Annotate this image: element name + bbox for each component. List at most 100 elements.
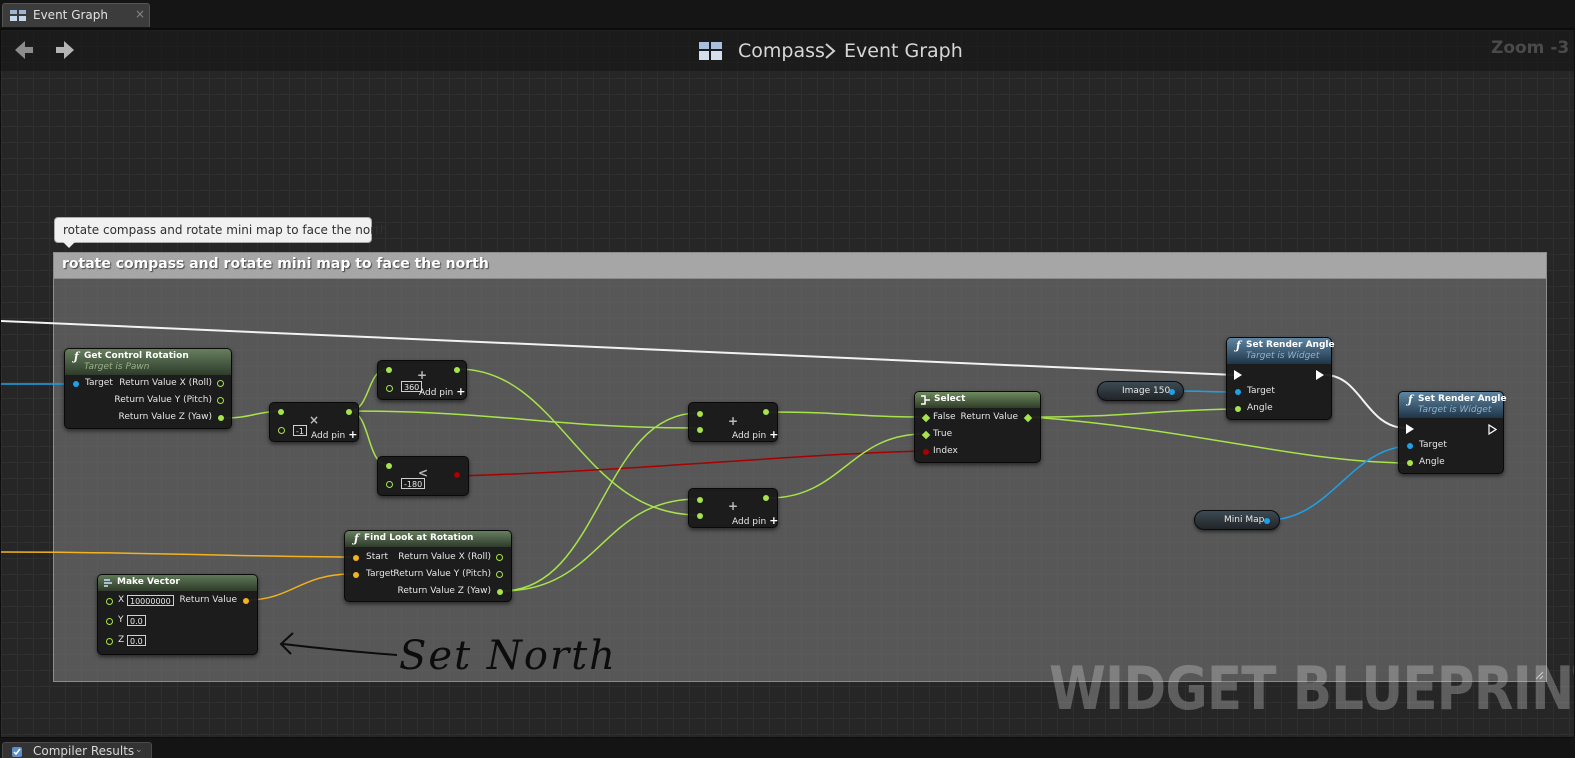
- node-header: ƒ Set Render Angle Target is Widget: [1399, 392, 1507, 418]
- node-get-control-rotation[interactable]: ƒ Get Control Rotation Target is Pawn Ta…: [64, 348, 232, 429]
- tab-close-button[interactable]: ×: [135, 7, 145, 21]
- make-vector-icon: [104, 579, 112, 587]
- var-name: Image 150: [1122, 386, 1171, 396]
- chevron-down-icon[interactable]: ⌄: [135, 745, 143, 755]
- target-pin[interactable]: [1407, 443, 1413, 449]
- pin-label: Angle: [1419, 457, 1445, 467]
- x-pin[interactable]: [106, 598, 113, 605]
- pin-label: Y: [118, 615, 124, 625]
- y-pin[interactable]: [106, 618, 113, 625]
- start-wire: [1, 551, 352, 558]
- node-set-render-angle-1[interactable]: ƒ Set Render Angle Target is Widget Targ…: [1226, 337, 1335, 420]
- node-add-360[interactable]: + 360 Add pin +: [377, 360, 467, 400]
- input-pin-a[interactable]: [386, 367, 392, 373]
- node-header: Select: [915, 392, 1040, 408]
- node-select[interactable]: Select False Return Value True Index: [914, 391, 1041, 463]
- exec-out-pin[interactable]: [1488, 424, 1497, 435]
- input-pin-b[interactable]: [697, 513, 703, 519]
- pin-label: Return Value: [960, 412, 1018, 422]
- value-field[interactable]: -180: [401, 478, 426, 489]
- resize-handle-icon[interactable]: [1534, 670, 1544, 680]
- angle-pin[interactable]: [1407, 460, 1413, 466]
- target-pin[interactable]: [353, 572, 359, 578]
- add-pin-label: Add pin: [732, 517, 767, 527]
- yaw-pin[interactable]: [497, 589, 503, 595]
- target-pin[interactable]: [1235, 389, 1241, 395]
- yaw-pin[interactable]: [218, 415, 224, 421]
- output-pin[interactable]: [454, 367, 460, 373]
- exec-wire-2: [1324, 374, 1407, 429]
- select-angle2-wire: [1031, 416, 1412, 464]
- index-pin[interactable]: [923, 449, 929, 455]
- pitch-pin[interactable]: [217, 397, 224, 404]
- pin-label: Return Value Z (Yaw): [397, 586, 492, 596]
- input-pin-a[interactable]: [386, 463, 392, 469]
- multiply-operator: ×: [309, 413, 320, 427]
- x-value-field[interactable]: 10000000: [127, 595, 174, 606]
- target-pin[interactable]: [73, 381, 79, 387]
- return-value-pin[interactable]: [1023, 413, 1033, 423]
- var-output-pin[interactable]: [1169, 389, 1175, 395]
- output-pin[interactable]: [763, 409, 769, 415]
- angle-pin[interactable]: [1235, 406, 1241, 412]
- add-pin-button[interactable]: Add pin +: [732, 428, 778, 441]
- input-pin-b[interactable]: [278, 427, 285, 434]
- roll-pin[interactable]: [217, 380, 224, 387]
- pin-label: Target: [366, 569, 394, 579]
- exec-out-pin[interactable]: [1316, 370, 1324, 380]
- node-set-render-angle-2[interactable]: ƒ Set Render Angle Target is Widget Targ…: [1398, 391, 1507, 474]
- select-icon: [921, 395, 930, 405]
- input-pin-a[interactable]: [697, 411, 703, 417]
- input-pin-b[interactable]: [386, 385, 393, 392]
- var-output-pin[interactable]: [1264, 518, 1270, 524]
- input-pin-a[interactable]: [278, 409, 284, 415]
- plus-icon: +: [769, 514, 779, 527]
- pin-label: Start: [366, 552, 388, 562]
- var-image-150[interactable]: Image 150: [1097, 381, 1184, 401]
- node-title: Get Control Rotation: [84, 351, 189, 361]
- compiler-results-label: Compiler Results: [33, 744, 135, 758]
- node-add-b[interactable]: + Add pin +: [688, 488, 778, 528]
- addb-true-wire: [768, 433, 924, 499]
- plus-icon: +: [769, 428, 779, 441]
- z-pin[interactable]: [106, 638, 113, 645]
- input-pin-b[interactable]: [386, 481, 393, 488]
- roll-pin[interactable]: [496, 554, 503, 561]
- start-pin[interactable]: [353, 555, 359, 561]
- node-title: Set Render Angle: [1418, 394, 1507, 404]
- pitch-pin[interactable]: [496, 571, 503, 578]
- input-pin-a[interactable]: [697, 497, 703, 503]
- true-pin[interactable]: [921, 430, 931, 440]
- return-value-pin[interactable]: [243, 598, 249, 604]
- output-pin[interactable]: [346, 409, 352, 415]
- exec-in-pin[interactable]: [1234, 370, 1242, 380]
- add-operator: +: [728, 499, 739, 513]
- tab-event-graph[interactable]: Event Graph ×: [2, 3, 150, 27]
- node-subtitle: Target is Widget: [1418, 405, 1492, 415]
- false-pin[interactable]: [921, 413, 931, 423]
- node-less-than[interactable]: < -180: [377, 456, 469, 496]
- bool-output-pin[interactable]: [454, 472, 460, 478]
- add-pin-label: Add pin: [732, 431, 767, 441]
- exec-in-pin[interactable]: [1406, 424, 1414, 434]
- add-pin-button[interactable]: Add pin +: [419, 385, 465, 398]
- input-pin-b[interactable]: [697, 427, 703, 433]
- output-pin[interactable]: [763, 495, 769, 501]
- var-mini-map[interactable]: Mini Map: [1194, 510, 1280, 530]
- add-pin-label: Add pin: [419, 388, 454, 398]
- graph-canvas[interactable]: Compass Event Graph Zoom -3 rotate compa…: [0, 29, 1575, 738]
- y-value-field[interactable]: 0.0: [127, 615, 146, 626]
- add-pin-button[interactable]: Add pin +: [732, 514, 778, 527]
- z-value-field[interactable]: 0.0: [127, 635, 146, 646]
- node-find-look-at-rotation[interactable]: ƒ Find Look at Rotation Start Return Val…: [344, 530, 512, 602]
- select-angle1-wire: [1031, 408, 1240, 418]
- node-multiply[interactable]: × -1 Add pin +: [269, 402, 359, 442]
- node-make-vector[interactable]: Make Vector X 10000000 Return Value Y 0.…: [97, 574, 258, 655]
- node-subtitle: Target is Widget: [1246, 351, 1320, 361]
- add-pin-button[interactable]: Add pin +: [311, 428, 357, 441]
- pin-label: Return Value: [179, 595, 237, 605]
- node-add-a[interactable]: + Add pin +: [688, 402, 778, 442]
- minimap-target-wire: [1267, 445, 1412, 521]
- tab-compiler-results[interactable]: Compiler Results ⌄: [2, 742, 152, 758]
- value-field[interactable]: -1: [293, 425, 307, 436]
